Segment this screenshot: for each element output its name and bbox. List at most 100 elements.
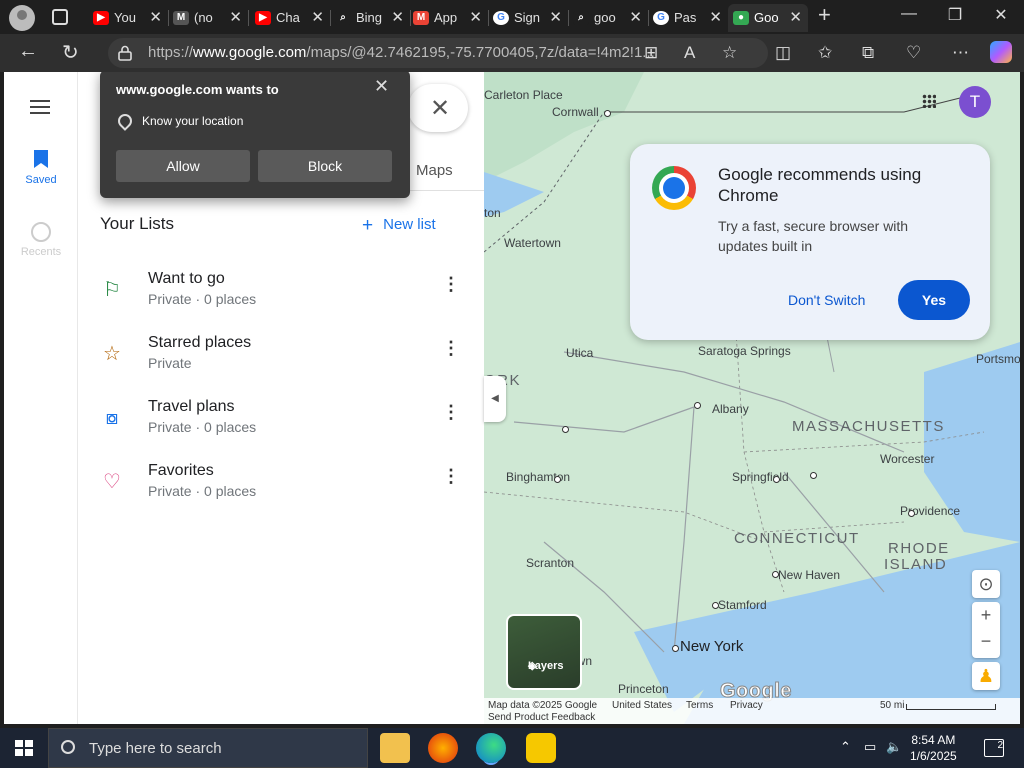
map-place-label[interactable]: Carleton Place	[484, 88, 563, 102]
feedback-link[interactable]: Send Product Feedback	[488, 712, 595, 723]
split-screen-icon[interactable]: ◫	[775, 43, 791, 63]
rail-saved[interactable]: Saved	[4, 150, 78, 186]
more-options-icon[interactable]: ⋮	[442, 402, 460, 423]
copilot-icon[interactable]	[990, 41, 1012, 63]
favorites-icon[interactable]: ✩	[818, 43, 832, 63]
map-place-label[interactable]: Worcester	[880, 452, 934, 466]
map-place-label[interactable]: Stamford	[718, 598, 767, 612]
performance-icon[interactable]: ♡	[906, 43, 921, 63]
clock[interactable]: 8:54 AM 1/6/2025	[910, 732, 957, 764]
close-tab-icon[interactable]: ✕	[469, 8, 482, 26]
taskbar-search[interactable]: Type here to search	[48, 728, 368, 768]
tab-maps[interactable]: Maps	[416, 162, 453, 179]
lock-icon[interactable]	[118, 45, 132, 61]
zoom-in-icon[interactable]: +	[972, 602, 1000, 628]
network-icon[interactable]: ▭	[864, 739, 876, 755]
firefox-icon[interactable]	[428, 733, 458, 763]
new-tab-icon[interactable]: +	[818, 2, 831, 28]
close-tab-icon[interactable]: ✕	[629, 8, 642, 26]
map-place-label[interactable]: Portsmo	[976, 352, 1020, 366]
tab-0[interactable]: ▶ You ✕	[88, 4, 168, 32]
more-menu-icon[interactable]: ⋯	[952, 43, 969, 63]
more-options-icon[interactable]: ⋮	[442, 274, 460, 295]
map-place-label[interactable]: New Haven	[778, 568, 840, 582]
map-place-label[interactable]: MASSACHUSETTS	[792, 418, 945, 435]
more-options-icon[interactable]: ⋮	[442, 338, 460, 359]
map-place-label[interactable]: ISLAND	[884, 556, 947, 573]
map-place-label[interactable]: Scranton	[526, 556, 574, 570]
map-place-label[interactable]: Saratoga Springs	[698, 344, 791, 358]
allow-button[interactable]: Allow	[116, 150, 250, 182]
close-tab-icon[interactable]: ✕	[311, 8, 324, 26]
list-item[interactable]: ⧇ Travel plans Private · 0 places ⋮	[78, 396, 484, 456]
tab-7[interactable]: G Pas ✕	[648, 4, 728, 32]
dont-switch-button[interactable]: Don't Switch	[788, 292, 865, 308]
map-place-label[interactable]: ton	[484, 206, 501, 220]
tab-4[interactable]: M App ✕	[408, 4, 488, 32]
map-place-label[interactable]: Watertown	[504, 236, 561, 250]
new-list-button[interactable]: + New list	[362, 215, 436, 237]
tab-3[interactable]: ⌕ Bing ✕	[330, 4, 410, 32]
close-window-icon[interactable]: ✕	[986, 5, 1016, 25]
close-tab-icon[interactable]: ✕	[229, 8, 242, 26]
map-place-label[interactable]: CONNECTICUT	[734, 530, 860, 547]
close-icon[interactable]: ✕	[374, 76, 389, 97]
read-aloud-icon[interactable]: A	[684, 43, 695, 63]
tab-8[interactable]: ● Goo ✕	[728, 4, 808, 32]
collections-icon[interactable]: ⧉	[862, 43, 874, 63]
avatar[interactable]: T	[959, 86, 991, 118]
file-explorer-icon[interactable]	[380, 733, 410, 763]
close-tab-icon[interactable]: ✕	[709, 8, 722, 26]
chevron-up-icon[interactable]: ⌃	[840, 739, 851, 755]
refresh-icon[interactable]: ↻	[62, 40, 79, 65]
map-place-label[interactable]: Springfield	[732, 470, 789, 484]
block-button[interactable]: Block	[258, 150, 392, 182]
privacy-link[interactable]: Privacy	[730, 700, 763, 711]
map-place-label[interactable]: Albany	[712, 402, 749, 416]
list-item[interactable]: ⚐ Want to go Private · 0 places ⋮	[78, 268, 484, 328]
zoom-out-icon[interactable]: −	[972, 628, 1000, 654]
rail-recents[interactable]: Recents	[4, 222, 78, 258]
yes-button[interactable]: Yes	[898, 280, 970, 320]
map-place-label[interactable]: RHODE	[888, 540, 950, 557]
city-dot	[604, 110, 611, 117]
restore-icon[interactable]: ❐	[940, 5, 970, 25]
my-location-icon[interactable]: ⊙	[972, 570, 1000, 598]
map-place-label[interactable]: Utica	[566, 346, 593, 360]
close-tab-icon[interactable]: ✕	[391, 8, 404, 26]
map-place-label[interactable]: New York	[680, 638, 743, 655]
pegman-icon[interactable]: ♟	[972, 662, 1000, 690]
notifications-icon[interactable]: 2	[984, 739, 1004, 757]
address-field[interactable]: https://www.google.com/maps/@42.7462195,…	[108, 38, 768, 68]
tab-1[interactable]: M (no ✕	[168, 4, 248, 32]
apps-icon[interactable]	[922, 94, 936, 108]
close-tab-icon[interactable]: ✕	[549, 8, 562, 26]
tab-2[interactable]: ▶ Cha ✕	[250, 4, 330, 32]
tab-5[interactable]: G Sign ✕	[488, 4, 568, 32]
close-tab-icon[interactable]: ✕	[149, 8, 162, 26]
list-item[interactable]: ♡ Favorites Private · 0 places ⋮	[78, 460, 484, 520]
edge-icon[interactable]	[476, 733, 506, 763]
profile-icon[interactable]	[9, 5, 35, 31]
windows-start-icon[interactable]	[15, 740, 33, 756]
close-icon[interactable]: ✕	[430, 94, 450, 123]
map-place-label[interactable]: Cornwall	[552, 105, 599, 119]
map-place-label[interactable]: Princeton	[618, 682, 669, 696]
menu-icon[interactable]	[30, 100, 50, 114]
list-subtitle: Private · 0 places	[148, 483, 257, 499]
app-available-icon[interactable]: ⊞	[644, 43, 658, 63]
country-link[interactable]: United States	[612, 700, 672, 711]
close-tab-icon[interactable]: ✕	[789, 8, 802, 26]
minimize-icon[interactable]: —	[894, 5, 924, 23]
more-options-icon[interactable]: ⋮	[442, 466, 460, 487]
collapse-panel-icon[interactable]: ◀	[484, 376, 506, 422]
list-item[interactable]: ☆ Starred places Private ⋮	[78, 332, 484, 392]
tab-actions-icon[interactable]	[52, 9, 68, 25]
layers-button[interactable]: ◈ Layers	[506, 614, 582, 690]
favorite-star-icon[interactable]: ☆	[722, 43, 737, 63]
terms-link[interactable]: Terms	[686, 700, 713, 711]
volume-icon[interactable]: 🔈	[886, 739, 902, 755]
app-icon[interactable]	[526, 733, 556, 763]
tab-6[interactable]: ⌕ goo ✕	[568, 4, 648, 32]
back-icon[interactable]: ←	[18, 40, 38, 63]
